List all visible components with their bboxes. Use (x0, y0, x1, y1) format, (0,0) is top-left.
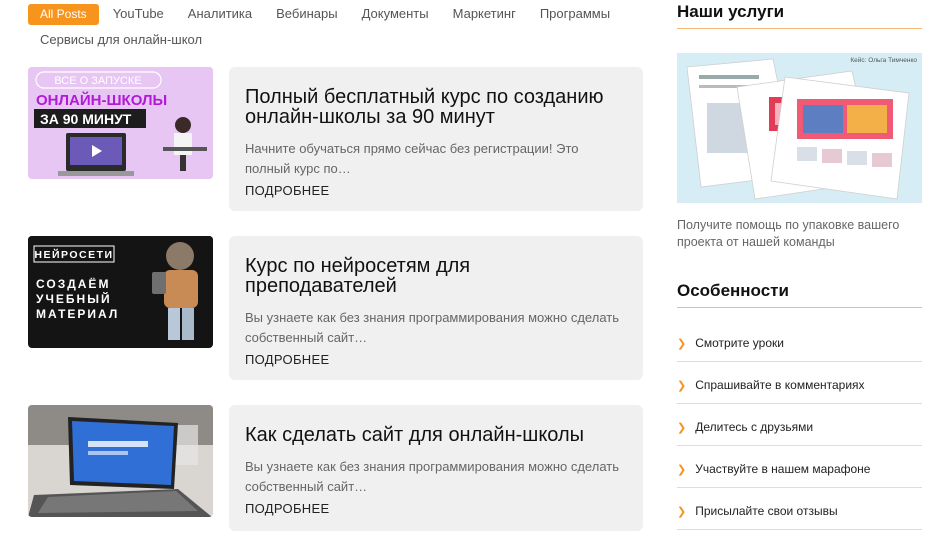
post-item: НЕЙРОСЕТИ СОЗДАЁМ УЧЕБНЫЙ МАТЕРИАЛ Курс … (28, 236, 643, 380)
post-excerpt: Вы узнаете как без знания программирован… (245, 310, 619, 345)
features-item-label: Спрашивайте в комментариях (695, 378, 865, 392)
post-card: Как сделать сайт для онлайн-школы Вы узн… (229, 405, 643, 531)
features-item[interactable]: ❯ Смотрите уроки (677, 320, 922, 362)
tab-programs[interactable]: Программы (540, 4, 610, 24)
tab-youtube[interactable]: YouTube (113, 4, 164, 24)
read-more-link[interactable]: ПОДРОБНЕЕ (245, 183, 627, 198)
chevron-right-icon: ❯ (677, 506, 687, 518)
thumb-badge: НЕЙРОСЕТИ (34, 248, 113, 261)
category-tabs: All Posts YouTube Аналитика Вебинары Докумен… (28, 4, 658, 50)
chevron-right-icon: ❯ (677, 338, 687, 350)
tab-webinars[interactable]: Вебинары (276, 4, 337, 24)
thumb-line-3: ЗА 90 МИНУТ (40, 111, 132, 127)
read-more-link[interactable]: ПОДРОБНЕЕ (245, 352, 627, 367)
chevron-right-icon: ❯ (677, 464, 687, 476)
chevron-right-icon: ❯ (677, 380, 687, 392)
sidebar: Наши услуги Кейс: Ольга Тимченко Получит… (677, 0, 922, 530)
features-list: ❯ Смотрите уроки ❯ Спрашивайте в комментар… (677, 320, 922, 530)
features-item-label: Делитесь с друзьями (695, 420, 814, 434)
laptop-image (28, 405, 213, 517)
tab-marketing[interactable]: Маркетинг (453, 4, 516, 24)
thumb-line-1: ВСЕ О ЗАПУСКЕ (54, 75, 141, 87)
features-item[interactable]: ❯ Спрашивайте в комментариях (677, 362, 922, 404)
case-study-image: Кейс: Ольга Тимченко (677, 53, 922, 203)
tab-all-posts[interactable]: All Posts (28, 4, 99, 25)
post-card: Курс по нейросетям для преподавателей Вы… (229, 236, 643, 380)
features-item[interactable]: ❯ Участвуйте в нашем марафоне (677, 446, 922, 488)
post-thumbnail[interactable] (28, 405, 213, 517)
features-heading: Особенности (677, 279, 922, 308)
thumb-line-1: СОЗДАЁМ (36, 276, 110, 291)
thumb-line-3: МАТЕРИАЛ (36, 307, 119, 321)
promo-caption: Кейс: Ольга Тимченко (850, 56, 917, 64)
tab-analytics[interactable]: Аналитика (188, 4, 252, 24)
course-promo-image: ВСЕ О ЗАПУСКЕ ОНЛАЙН-ШКОЛЫ ЗА 90 МИНУТ (28, 67, 213, 179)
services-promo-banner[interactable]: Кейс: Ольга Тимченко (677, 53, 922, 203)
features-item[interactable]: ❯ Делитесь с друзьями (677, 404, 922, 446)
read-more-link[interactable]: ПОДРОБНЕЕ (245, 501, 627, 516)
post-excerpt: Вы узнаете как без знания программирован… (245, 459, 619, 494)
post-card: Полный бесплатный курс по созданию онлай… (229, 67, 643, 211)
features-item[interactable]: ❯ Присылайте свои отзывы (677, 488, 922, 530)
services-description: Получите помощь по упаковке вашего проек… (677, 218, 900, 249)
post-title[interactable]: Курс по нейросетям для преподавателей (245, 256, 627, 296)
neural-course-image: НЕЙРОСЕТИ СОЗДАЁМ УЧЕБНЫЙ МАТЕРИАЛ (28, 236, 213, 340)
post-item: Как сделать сайт для онлайн-школы Вы узн… (28, 405, 643, 531)
thumb-line-2: УЧЕБНЫЙ (36, 291, 112, 306)
services-heading: Наши услуги (677, 0, 922, 29)
post-thumbnail[interactable]: ВСЕ О ЗАПУСКЕ ОНЛАЙН-ШКОЛЫ ЗА 90 МИНУТ (28, 67, 213, 179)
tab-online-school-services[interactable]: Сервисы для онлайн-школ (40, 30, 634, 50)
features-item-label: Присылайте свои отзывы (695, 504, 838, 518)
post-title[interactable]: Полный бесплатный курс по созданию онлай… (245, 87, 627, 127)
thumb-line-2: ОНЛАЙН-ШКОЛЫ (36, 91, 167, 109)
tab-documents[interactable]: Документы (362, 4, 429, 24)
post-thumbnail[interactable]: НЕЙРОСЕТИ СОЗДАЁМ УЧЕБНЫЙ МАТЕРИАЛ (28, 236, 213, 348)
post-excerpt: Начните обучаться прямо сейчас без регис… (245, 141, 579, 176)
post-title[interactable]: Как сделать сайт для онлайн-школы (245, 425, 627, 445)
features-item-label: Смотрите уроки (695, 336, 784, 350)
chevron-right-icon: ❯ (677, 422, 687, 434)
features-item-label: Участвуйте в нашем марафоне (695, 462, 871, 476)
post-item: ВСЕ О ЗАПУСКЕ ОНЛАЙН-ШКОЛЫ ЗА 90 МИНУТ П… (28, 67, 643, 211)
post-list: ВСЕ О ЗАПУСКЕ ОНЛАЙН-ШКОЛЫ ЗА 90 МИНУТ П… (28, 67, 643, 556)
